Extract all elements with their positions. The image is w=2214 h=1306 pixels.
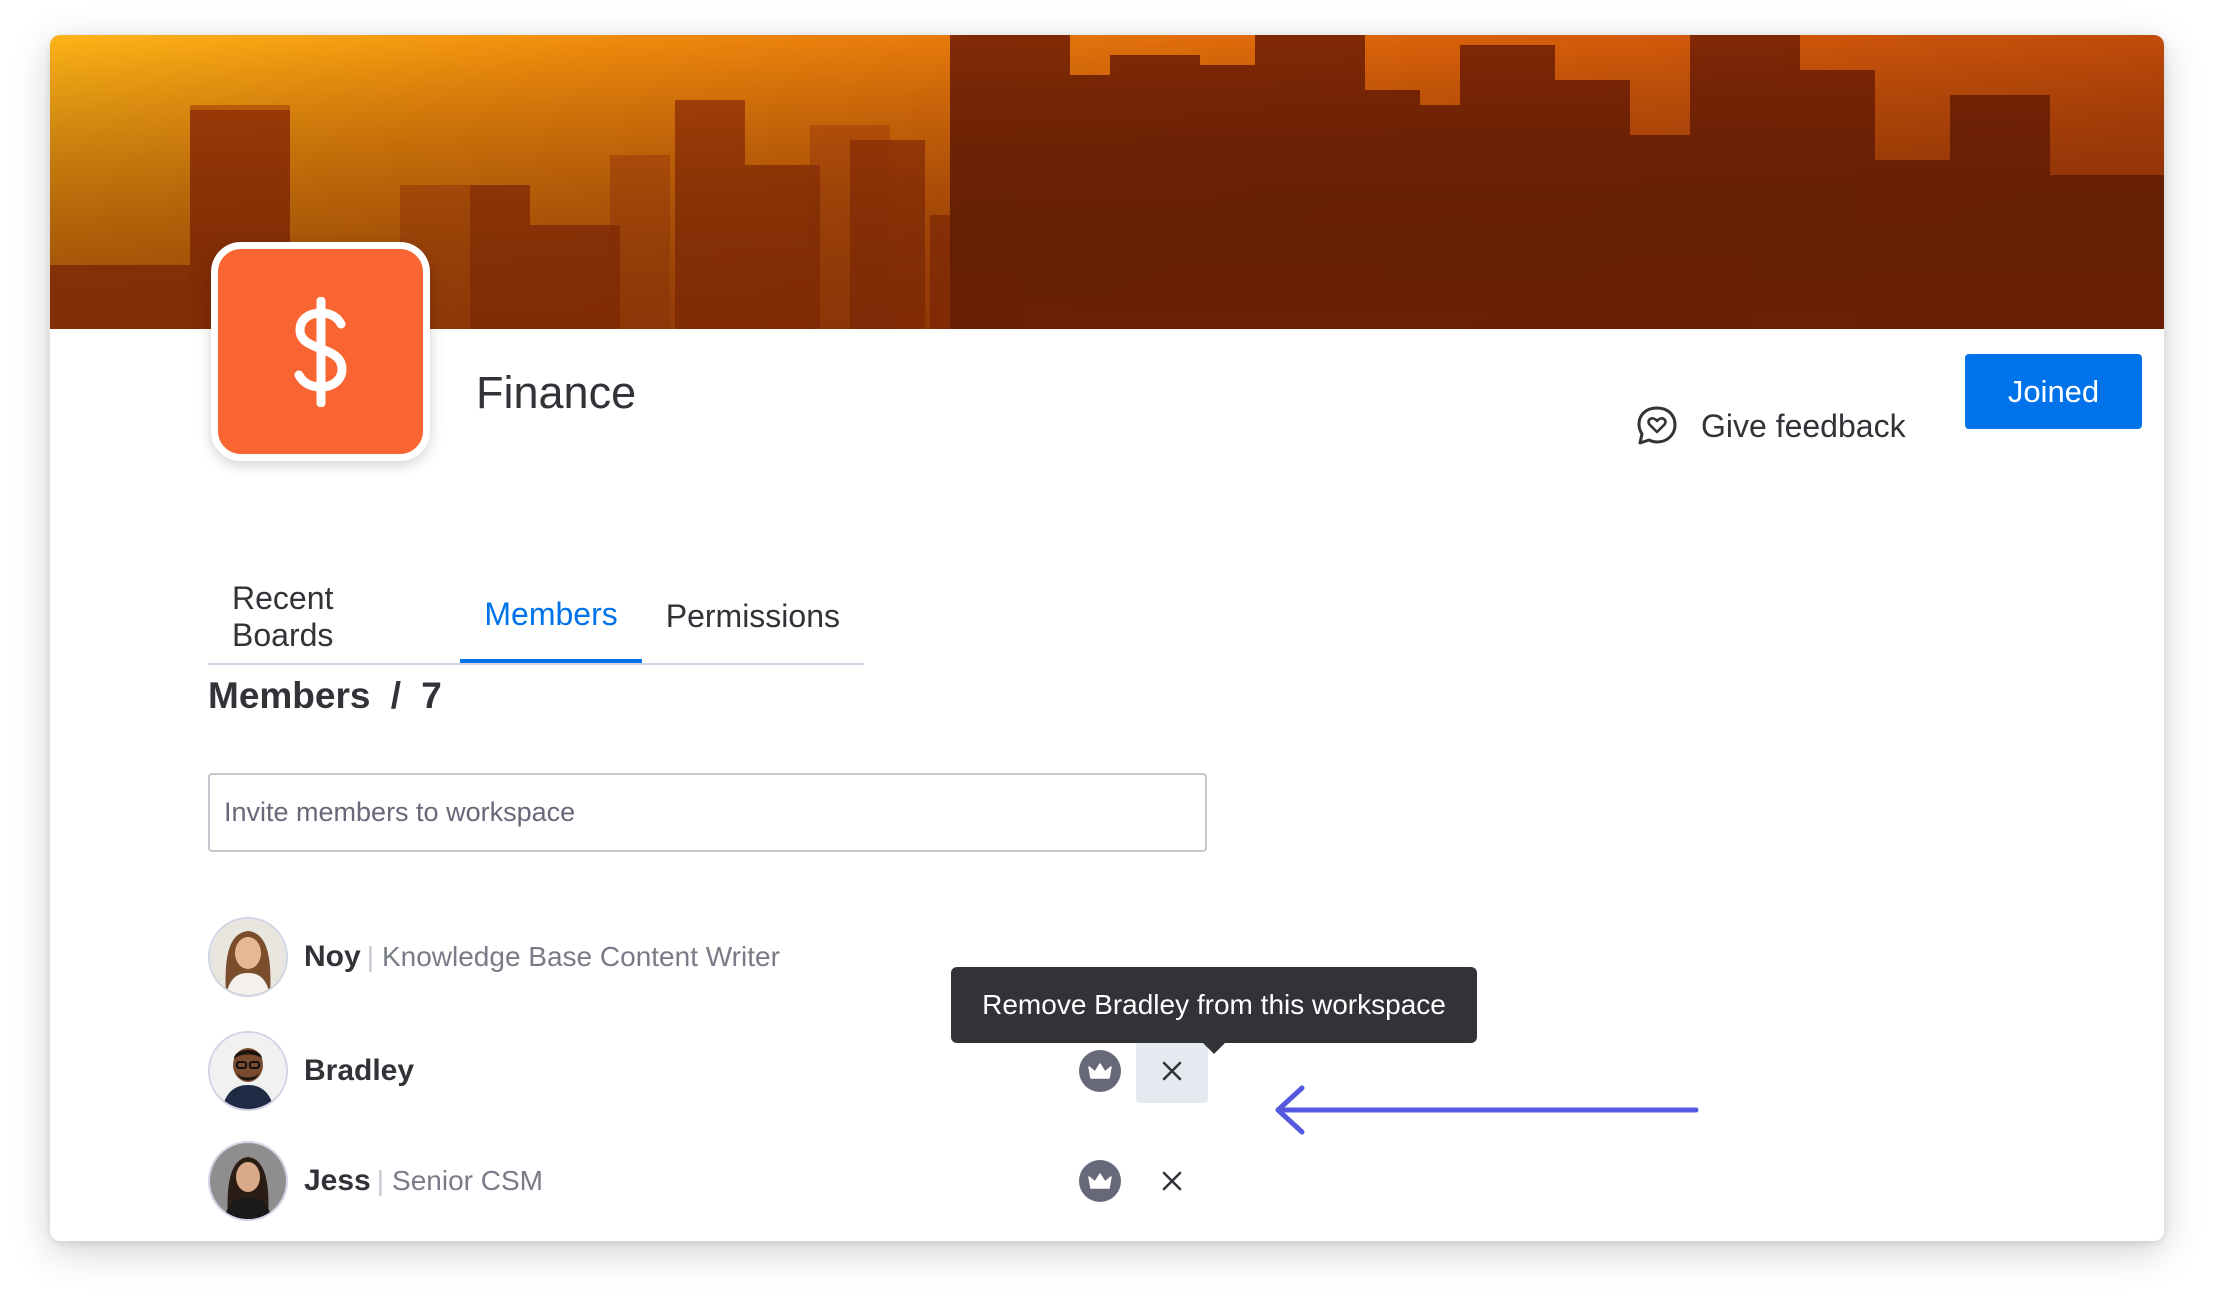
make-owner-crown-icon[interactable]: [1079, 1050, 1121, 1092]
member-row-jess: Jess | Senior CSM: [208, 1141, 543, 1221]
pointer-arrow-icon: [1275, 1085, 1699, 1135]
crown-icon: [1088, 1173, 1112, 1189]
dollar-icon: [294, 296, 347, 407]
crown-icon: [1088, 1063, 1112, 1079]
members-heading-separator: /: [390, 675, 402, 716]
remove-member-tooltip: Remove Bradley from this workspace: [951, 967, 1477, 1054]
workspace-card: Finance Give feedback Joined Recent Boar…: [50, 35, 2164, 1241]
avatar: [208, 1141, 288, 1221]
tab-recent-boards[interactable]: Recent Boards: [208, 570, 460, 663]
close-icon: [1162, 1171, 1182, 1191]
tab-permissions[interactable]: Permissions: [642, 570, 864, 663]
remove-member-button[interactable]: [1136, 1039, 1208, 1103]
tab-members[interactable]: Members: [460, 570, 642, 663]
member-name: Jess: [304, 1164, 371, 1197]
give-feedback-label: Give feedback: [1701, 407, 1906, 444]
make-owner-crown-icon[interactable]: [1079, 1160, 1121, 1202]
workspace-tabs: Recent Boards Members Permissions: [208, 570, 864, 665]
members-count: 7: [421, 675, 442, 716]
member-role: Knowledge Base Content Writer: [381, 941, 780, 972]
member-row-bradley: Bradley: [208, 1031, 414, 1111]
avatar: [208, 1031, 288, 1111]
chat-heart-icon: [1637, 406, 1677, 445]
member-separator: |: [376, 1165, 385, 1196]
members-heading-label: Members: [208, 675, 371, 716]
members-heading: Members / 7: [208, 675, 442, 717]
close-icon: [1162, 1061, 1182, 1081]
invite-members-input[interactable]: [208, 773, 1207, 852]
member-name: Bradley: [304, 1054, 415, 1087]
give-feedback-button[interactable]: Give feedback: [1635, 398, 1906, 454]
member-row-noy: Noy | Knowledge Base Content Writer: [208, 917, 780, 997]
member-role: Senior CSM: [392, 1165, 543, 1196]
remove-member-button[interactable]: [1136, 1149, 1208, 1213]
avatar: [208, 917, 288, 997]
member-name: Noy: [304, 940, 361, 973]
joined-button[interactable]: Joined: [1965, 354, 2142, 429]
member-separator: |: [366, 941, 374, 972]
workspace-title: Finance: [476, 367, 637, 418]
workspace-avatar: [211, 242, 430, 461]
